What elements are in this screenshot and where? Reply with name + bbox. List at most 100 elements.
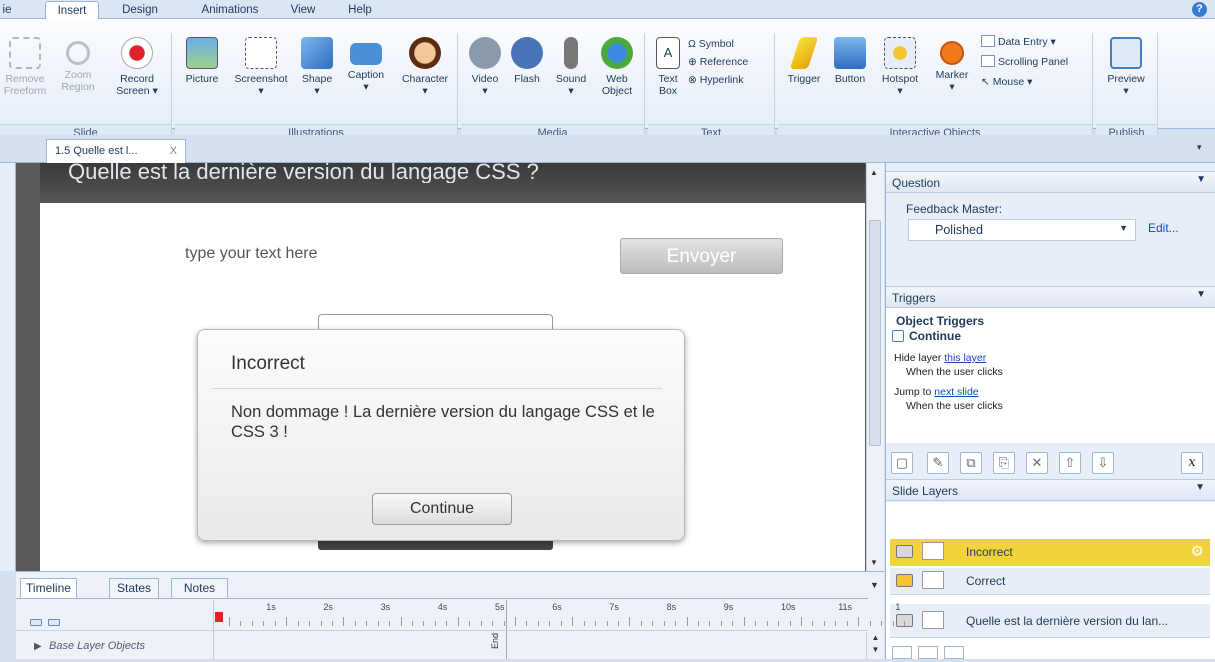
feedback-master-value: Polished [935, 223, 983, 237]
chevron-down-icon[interactable]: ▼ [870, 580, 879, 590]
chevron-down-icon[interactable]: ▼ [1196, 289, 1206, 300]
record-screen-button[interactable]: Record Screen ▾ [110, 37, 164, 97]
layer-row[interactable]: Incorrect ⚙ [890, 539, 1210, 566]
tab-notes[interactable]: Notes [171, 578, 228, 598]
edit-link[interactable]: Edit... [1148, 221, 1179, 235]
ruler-tick [617, 621, 619, 626]
move-down-icon[interactable]: ⇩ [1092, 452, 1114, 474]
gear-icon[interactable]: ⚙ [1191, 542, 1204, 560]
text-entry-field[interactable]: type your text here [185, 245, 318, 263]
scroll-up-icon[interactable]: ▲ [870, 168, 878, 177]
triggers-list: Object Triggers Continue Hide layer this… [886, 308, 1215, 443]
ruler-tick [400, 617, 402, 626]
duplicate-layer-icon[interactable] [918, 646, 938, 659]
web-object-button[interactable]: Web Object [595, 37, 639, 97]
video-button[interactable]: Video ▾ [465, 37, 505, 97]
delete-layer-icon[interactable] [944, 646, 964, 659]
tab-list-dropdown-icon[interactable]: ▾ [1197, 142, 1202, 153]
tab-home[interactable]: ie [0, 1, 14, 19]
marker-button[interactable]: Marker ▾ [928, 37, 976, 93]
btn-label: Sound [555, 73, 587, 85]
question-panel-header[interactable]: Question ▼ [886, 171, 1215, 193]
playhead-marker[interactable] [215, 612, 223, 622]
envoyer-button[interactable]: Envoyer [620, 238, 783, 274]
ruler-tick [343, 617, 345, 626]
timeline-tool-icon[interactable] [48, 619, 60, 626]
tab-animations[interactable]: Animations [190, 1, 270, 19]
scroll-down-icon[interactable]: ▼ [870, 558, 878, 567]
tab-timeline[interactable]: Timeline [20, 578, 77, 598]
ruler-tick [549, 621, 551, 626]
trigger-button[interactable]: Trigger [782, 37, 826, 85]
hyperlink-button[interactable]: ⊗ Hyperlink [688, 71, 743, 89]
close-icon[interactable]: X [170, 145, 177, 157]
trigger-target-link[interactable]: next slide [934, 386, 978, 398]
tab-design[interactable]: Design [112, 1, 168, 19]
ruler-tick [595, 621, 597, 626]
remove-freeform-button[interactable]: Remove Freeform [2, 37, 48, 97]
variables-button[interactable]: x [1181, 452, 1203, 474]
zoom-region-button[interactable]: Zoom Region [52, 37, 104, 93]
mouse-button[interactable]: ↖ Mouse ▾ [981, 73, 1032, 91]
slide-layers-header[interactable]: Slide Layers ▼ [886, 479, 1215, 501]
move-up-icon[interactable]: ⇧ [1059, 452, 1081, 474]
tab-states[interactable]: States [109, 578, 159, 598]
base-layer-row[interactable]: Quelle est la dernière version du lan... [890, 604, 1210, 638]
ruler-tick-label: 8s [666, 602, 677, 612]
incorrect-feedback-layer[interactable]: Incorrect Non dommage ! La dernière vers… [197, 329, 685, 541]
tab-insert[interactable]: Insert [45, 1, 99, 19]
trigger-object-continue[interactable]: Continue [892, 329, 961, 343]
chevron-down-icon[interactable]: ▼ [1195, 482, 1205, 493]
freeform-icon [9, 37, 41, 69]
button-button[interactable]: Button [828, 37, 872, 85]
preview-button[interactable]: Preview ▾ [1100, 37, 1152, 97]
hotspot-button[interactable]: Hotspot ▾ [876, 37, 924, 97]
timeline-tool-icon[interactable] [30, 619, 42, 626]
character-button[interactable]: Character ▾ [395, 37, 455, 97]
timeline-scrollbar[interactable]: ▲ ▼ [866, 632, 884, 659]
btn-label: Preview [1107, 73, 1145, 85]
reference-button[interactable]: ⊕ Reference [688, 53, 748, 71]
layer-row[interactable]: Correct [890, 568, 1210, 595]
trigger-target-link[interactable]: this layer [944, 352, 986, 364]
base-layer-objects-row[interactable]: Base Layer Objects [49, 640, 145, 652]
sound-button[interactable]: Sound ▾ [549, 37, 593, 97]
caption-button[interactable]: Caption ▾ [341, 37, 391, 93]
data-entry-button[interactable]: Data Entry ▾ [981, 33, 1056, 51]
left-collapse-strip[interactable] [0, 163, 16, 571]
picture-button[interactable]: Picture [177, 37, 227, 85]
ruler-tick [846, 621, 848, 626]
feedback-master-select[interactable]: Polished ▼ [908, 219, 1136, 241]
delete-trigger-icon[interactable]: ✕ [1026, 452, 1048, 474]
edit-trigger-icon[interactable]: ✎ [927, 452, 949, 474]
expand-arrow-icon[interactable]: ▶ [34, 641, 42, 652]
symbol-button[interactable]: Ω Symbol [688, 35, 734, 53]
tab-help[interactable]: Help [340, 1, 380, 19]
help-icon[interactable]: ? [1192, 2, 1207, 17]
new-trigger-icon[interactable]: ▢ [891, 452, 913, 474]
canvas-scroll-thumb[interactable] [869, 220, 881, 446]
timeline-ruler[interactable]: 1s 2s 3s 4s 5s 6s 7s 8s 9s 10s 11s 1 [215, 600, 905, 630]
trigger-jump-to[interactable]: Jump to next slide [894, 386, 979, 398]
text-box-button[interactable]: A Text Box [652, 37, 684, 97]
tab-view[interactable]: View [282, 1, 324, 19]
chevron-down-icon[interactable]: ▼ [1196, 174, 1206, 185]
continue-button[interactable]: Continue [372, 493, 512, 525]
button-object-icon [892, 330, 904, 342]
slide-title[interactable]: Quelle est la dernière version du langag… [68, 163, 539, 183]
flash-button[interactable]: Flash [507, 37, 547, 85]
copy-trigger-icon[interactable]: ⧉ [960, 452, 982, 474]
eye-icon[interactable] [896, 545, 913, 558]
paste-trigger-icon[interactable]: ⎘ [993, 452, 1015, 474]
scrolling-panel-button[interactable]: Scrolling Panel [981, 53, 1068, 71]
ruler-tick-label: 10s [781, 602, 796, 612]
triggers-panel-header[interactable]: Triggers ▼ [886, 286, 1215, 308]
trigger-hide-layer[interactable]: Hide layer this layer [894, 352, 986, 364]
screenshot-button[interactable]: Screenshot ▾ [229, 37, 293, 97]
caption-icon [350, 43, 382, 65]
ruler-tick [354, 621, 356, 626]
eye-icon[interactable] [896, 574, 913, 587]
shape-button[interactable]: Shape ▾ [295, 37, 339, 97]
document-tab[interactable]: 1.5 Quelle est l... X [46, 139, 186, 163]
new-layer-icon[interactable] [892, 646, 912, 659]
